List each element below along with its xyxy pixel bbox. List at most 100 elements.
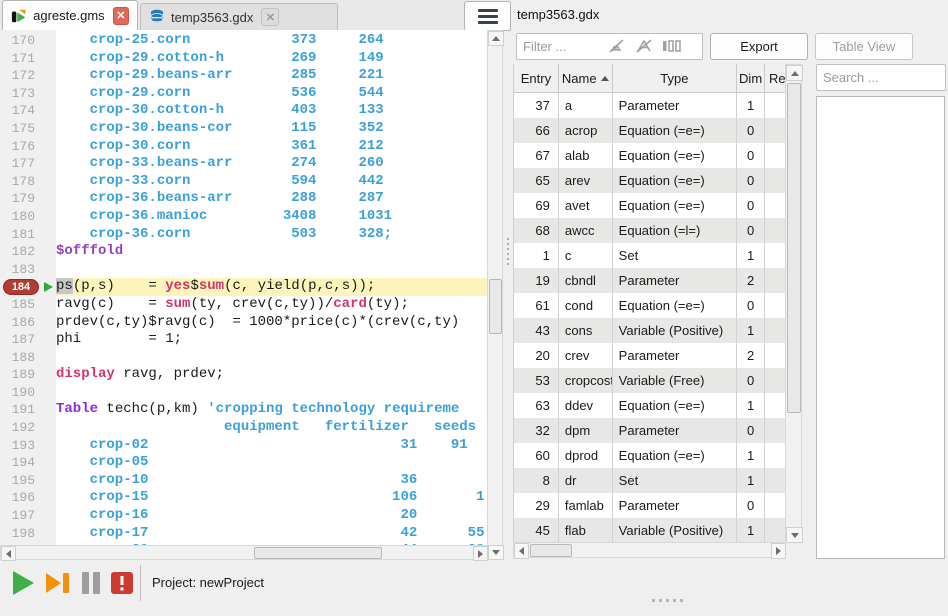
tab-agreste-gms[interactable]: agreste.gms ✕ [2,0,138,30]
scroll-left-icon[interactable] [514,543,529,559]
line-number[interactable]: 196 [0,489,42,507]
column-header-name[interactable]: Name [559,64,613,92]
column-header-dim[interactable]: Dim [737,64,765,92]
code-line[interactable]: 175 crop-30.beans-cor 115 352 [0,120,487,138]
code-line[interactable]: 195 crop-10 36 [0,472,487,490]
symbol-search-input[interactable] [816,64,946,91]
code-line[interactable]: 186prdev(c,ty)$ravg(c) = 1000*price(c)*(… [0,314,487,332]
line-number[interactable]: 186 [0,314,42,332]
code-line[interactable]: 188 [0,349,487,367]
tab-list-menu-button[interactable] [464,1,511,31]
filter-columns-icon[interactable] [662,38,682,54]
line-number[interactable]: 192 [0,419,42,437]
gdx-table-row[interactable]: 53cropcostVariable (Free)0 [514,368,785,393]
line-number[interactable]: 183 [0,261,42,279]
filter-aliases-toggle-icon[interactable] [608,38,630,54]
vscroll-thumb[interactable] [787,83,801,413]
gdx-table-row[interactable]: 43consVariable (Positive)1 [514,318,785,343]
line-number[interactable]: 193 [0,437,42,455]
gdx-table-row[interactable]: 69avetEquation (=e=)0 [514,193,785,218]
tab-temp3563-gdx[interactable]: temp3563.gdx ✕ [140,3,338,30]
code-line[interactable]: 192 equipment fertilizer seeds [0,419,487,437]
line-number[interactable]: 170 [0,32,42,50]
gdx-table-row[interactable]: 32dpmParameter0 [514,418,785,443]
gdx-table-row[interactable]: 66acropEquation (=e=)0 [514,118,785,143]
scroll-down-icon[interactable] [488,545,504,560]
scroll-right-icon[interactable] [771,543,786,559]
bottom-splitter-handle[interactable] [652,598,683,602]
column-header-entry[interactable]: Entry [514,64,559,92]
run-icon[interactable] [10,569,36,597]
code-line[interactable]: 178 crop-33.corn 594 442 [0,173,487,191]
code-line[interactable]: 179 crop-36.beans-arr 288 287 [0,190,487,208]
hscroll-thumb[interactable] [530,544,572,557]
code-line[interactable]: 182$offfold [0,243,487,261]
filter-symbols-toggle-icon[interactable] [635,38,657,54]
code-line[interactable]: 187phi = 1; [0,331,487,349]
line-number[interactable]: 181 [0,226,42,244]
code-line[interactable]: 173 crop-29.corn 536 544 [0,85,487,103]
gdx-vscrollbar[interactable] [785,64,802,542]
code-line[interactable]: 172 crop-29.beans-arr 285 221 [0,67,487,85]
gdx-table-row[interactable]: 20crevParameter2 [514,343,785,368]
line-number[interactable]: 197 [0,507,42,525]
gdx-table-row[interactable]: 63ddevEquation (=e=)1 [514,393,785,418]
pane-splitter-handle[interactable] [506,238,510,265]
code-line[interactable]: 171 crop-29.cotton-h 269 149 [0,50,487,68]
line-number[interactable]: 177 [0,155,42,173]
code-line[interactable]: 189display ravg, prdev; [0,366,487,384]
line-number[interactable]: 184 [0,278,42,296]
code-editor[interactable]: 170 crop-25.corn 373 264171 crop-29.cott… [0,30,503,560]
code-line[interactable]: 197 crop-16 20 [0,507,487,525]
scroll-up-icon[interactable] [488,31,504,46]
column-header-records[interactable]: Records [765,64,785,92]
line-number[interactable]: 174 [0,102,42,120]
search-results-panel[interactable] [816,96,945,559]
line-number[interactable]: 187 [0,331,42,349]
line-number[interactable]: 176 [0,138,42,156]
line-number[interactable]: 182 [0,243,42,261]
gdx-table-row[interactable]: 37aParameter1 [514,93,785,118]
line-number[interactable]: 178 [0,173,42,191]
line-number[interactable]: 198 [0,525,42,543]
gdx-table-row[interactable]: 68awccEquation (=l=)0 [514,218,785,243]
hscroll-thumb[interactable] [254,547,382,559]
gdx-table-row[interactable]: 1cSet1 [514,243,785,268]
column-header-type[interactable]: Type [613,64,738,92]
line-number[interactable]: 195 [0,472,42,490]
line-number[interactable]: 188 [0,349,42,367]
code-line[interactable]: 176 crop-30.corn 361 212 [0,138,487,156]
code-line[interactable]: 184ps(p,s) = yes$sum(c, yield(p,c,s)); [0,278,487,296]
code-line[interactable]: 190 [0,384,487,402]
run-with-gdx-icon[interactable] [44,569,72,597]
line-number[interactable]: 172 [0,67,42,85]
gdx-table-row[interactable]: 61condEquation (=e=)0 [514,293,785,318]
editor-hscrollbar[interactable] [0,545,487,560]
gdx-table-row[interactable]: 60dprodEquation (=e=)1 [514,443,785,468]
vscroll-thumb[interactable] [489,279,502,334]
scroll-up-icon[interactable] [786,65,803,81]
editor-vscrollbar[interactable] [487,30,503,560]
line-number[interactable]: 179 [0,190,42,208]
gdx-table-row[interactable]: 67alabEquation (=e=)0 [514,143,785,168]
line-number[interactable]: 191 [0,401,42,419]
code-line[interactable]: 183 [0,261,487,279]
code-line[interactable]: 194 crop-05 [0,454,487,472]
code-line[interactable]: 174 crop-30.cotton-h 403 133 [0,102,487,120]
close-tab-icon[interactable]: ✕ [261,8,279,26]
line-number[interactable]: 175 [0,120,42,138]
code-line[interactable]: 170 crop-25.corn 373 264 [0,32,487,50]
code-line[interactable]: 196 crop-15 106 1 [0,489,487,507]
pause-icon[interactable] [80,569,102,597]
gdx-table-row[interactable]: 19cbndlParameter2 [514,268,785,293]
gdx-table-row[interactable]: 29famlabParameter0 [514,493,785,518]
line-number[interactable]: 185 [0,296,42,314]
close-tab-icon[interactable]: ✕ [113,7,129,25]
interrupt-icon[interactable] [110,569,134,597]
code-line[interactable]: 177 crop-33.beans-arr 274 260 [0,155,487,173]
line-number[interactable]: 189 [0,366,42,384]
gdx-table-row[interactable]: 8drSet1 [514,468,785,493]
gdx-table-row[interactable]: 45flabVariable (Positive)1 [514,518,785,542]
line-number[interactable]: 173 [0,85,42,103]
code-line[interactable]: 191Table techc(p,km) 'cropping technolog… [0,401,487,419]
